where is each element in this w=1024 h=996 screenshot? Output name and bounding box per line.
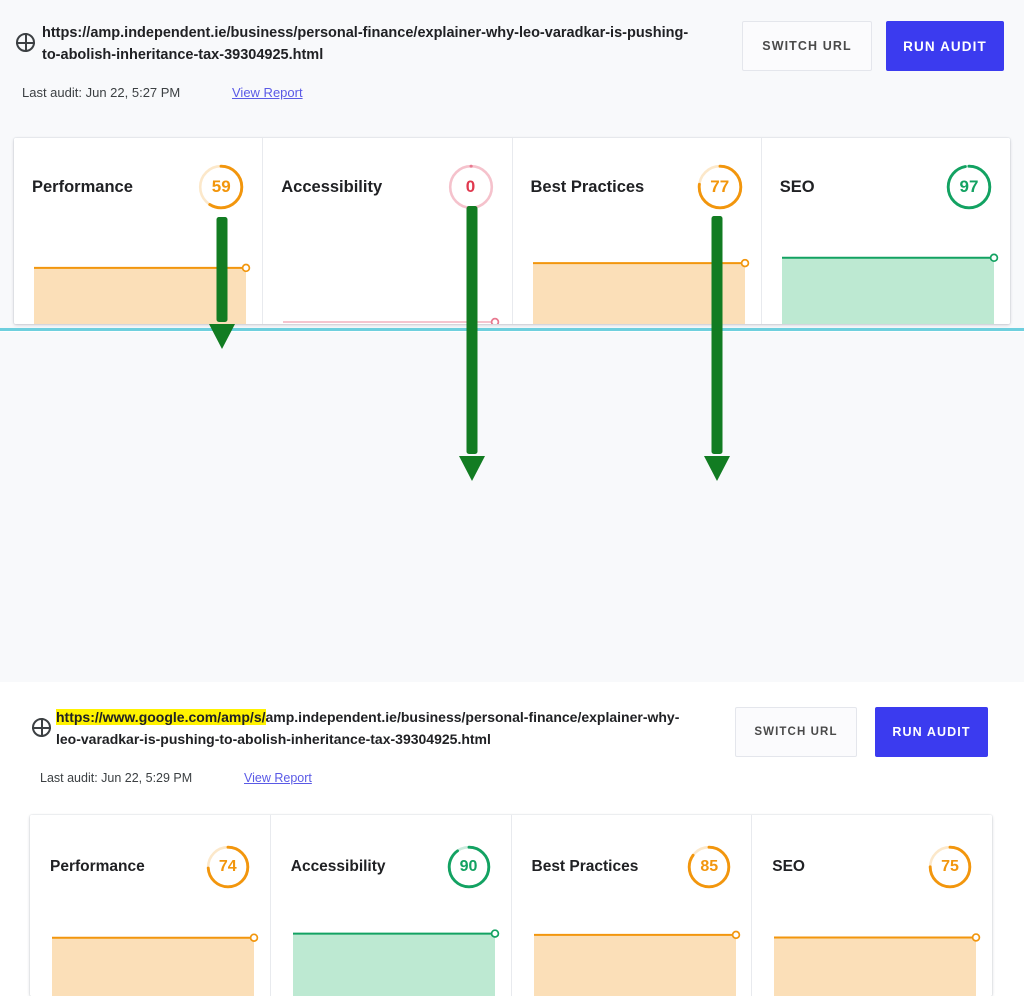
globe-icon <box>32 718 51 737</box>
score-card-header: Best Practices 85 <box>512 845 752 889</box>
section-divider <box>0 328 1024 331</box>
score-card-title: Performance <box>32 177 133 196</box>
lighthouse-comparison-page: https://amp.independent.ie/business/pers… <box>0 0 1024 996</box>
score-card-title: Accessibility <box>290 858 386 875</box>
score-card-title: Performance <box>50 858 145 875</box>
score-card-strip: Performance 74 Accessibility 90 Best Practic… <box>30 815 992 996</box>
score-value: 97 <box>959 177 979 196</box>
last-audit-label: Last audit: Jun 22, 5:27 PM <box>22 85 181 100</box>
score-card[interactable]: Accessibility 90 <box>270 815 512 996</box>
score-value: 85 <box>700 858 719 875</box>
run-audit-button[interactable]: RUN AUDIT <box>886 21 1004 71</box>
score-card[interactable]: SEO 75 <box>752 815 992 996</box>
url-header-top: https://amp.independent.ie/business/pers… <box>0 0 1024 115</box>
score-gauge: 85 <box>687 845 731 889</box>
score-trend-sparkline <box>292 928 500 996</box>
score-card-header: Accessibility 0 <box>263 164 511 210</box>
score-gauge: 74 <box>206 845 250 889</box>
audit-section-amp-cache-url: https://www.google.com/amp/s/amp.indepen… <box>0 332 1024 996</box>
view-report-link[interactable]: View Report <box>244 771 312 785</box>
score-value: 77 <box>710 177 730 196</box>
score-gauge: 77 <box>697 164 743 210</box>
score-card-header: Best Practices 77 <box>513 164 761 210</box>
score-trend-sparkline <box>283 254 500 324</box>
score-card-title: SEO <box>779 177 815 196</box>
score-trend-sparkline <box>533 928 740 996</box>
url-highlight: https://www.google.com/amp/s/ <box>56 709 266 725</box>
score-card-header: Performance 74 <box>30 845 270 889</box>
score-value: 90 <box>459 858 478 875</box>
score-card-header: SEO 75 <box>752 845 992 889</box>
score-trend-sparkline <box>34 254 251 324</box>
score-card-title: Accessibility <box>281 177 383 196</box>
score-gauge: 0 <box>448 164 494 210</box>
score-card[interactable]: Performance 59 <box>14 138 264 324</box>
score-card[interactable]: Performance 74 <box>30 815 271 996</box>
score-trend-sparkline <box>52 928 259 996</box>
score-gauge: 90 <box>447 845 491 889</box>
score-card[interactable]: Best Practices 85 <box>511 815 753 996</box>
url-remainder: https://amp.independent.ie/business/pers… <box>42 25 689 64</box>
last-audit-label: Last audit: Jun 22, 5:29 PM <box>40 771 193 785</box>
score-card-header: Accessibility 90 <box>271 845 511 889</box>
score-gauge: 97 <box>946 164 992 210</box>
score-value: 74 <box>218 858 237 875</box>
url-text: https://www.google.com/amp/s/amp.indepen… <box>56 707 696 750</box>
globe-icon <box>16 33 35 52</box>
score-card[interactable]: Accessibility 0 <box>263 138 513 324</box>
score-trend-sparkline <box>774 928 981 996</box>
score-value: 59 <box>211 177 231 196</box>
url-text: https://amp.independent.ie/business/pers… <box>42 22 702 67</box>
score-card-header: Performance 59 <box>14 164 262 210</box>
score-gauge: 75 <box>928 845 972 889</box>
switch-url-button[interactable]: SWITCH URL <box>735 707 857 757</box>
score-value: 0 <box>465 177 476 196</box>
score-card[interactable]: Best Practices 77 <box>512 138 762 324</box>
score-card-header: SEO 97 <box>762 164 1010 210</box>
score-card-title: Best Practices <box>531 858 639 875</box>
view-report-link[interactable]: View Report <box>232 85 303 100</box>
score-trend-sparkline <box>532 254 749 324</box>
run-audit-button[interactable]: RUN AUDIT <box>875 707 988 757</box>
score-card-title: SEO <box>772 858 805 875</box>
url-header-bottom: https://www.google.com/amp/s/amp.indepen… <box>0 332 1024 785</box>
score-trend-sparkline <box>781 253 999 324</box>
score-value: 75 <box>941 858 959 875</box>
audit-section-original-url: https://amp.independent.ie/business/pers… <box>0 0 1024 330</box>
score-card[interactable]: SEO 97 <box>761 138 1010 324</box>
score-card-title: Best Practices <box>530 177 645 196</box>
switch-url-button[interactable]: SWITCH URL <box>742 21 872 71</box>
score-card-strip: Performance 59 Accessibility 0 Best Practice… <box>14 138 1010 324</box>
score-gauge: 59 <box>198 164 244 210</box>
